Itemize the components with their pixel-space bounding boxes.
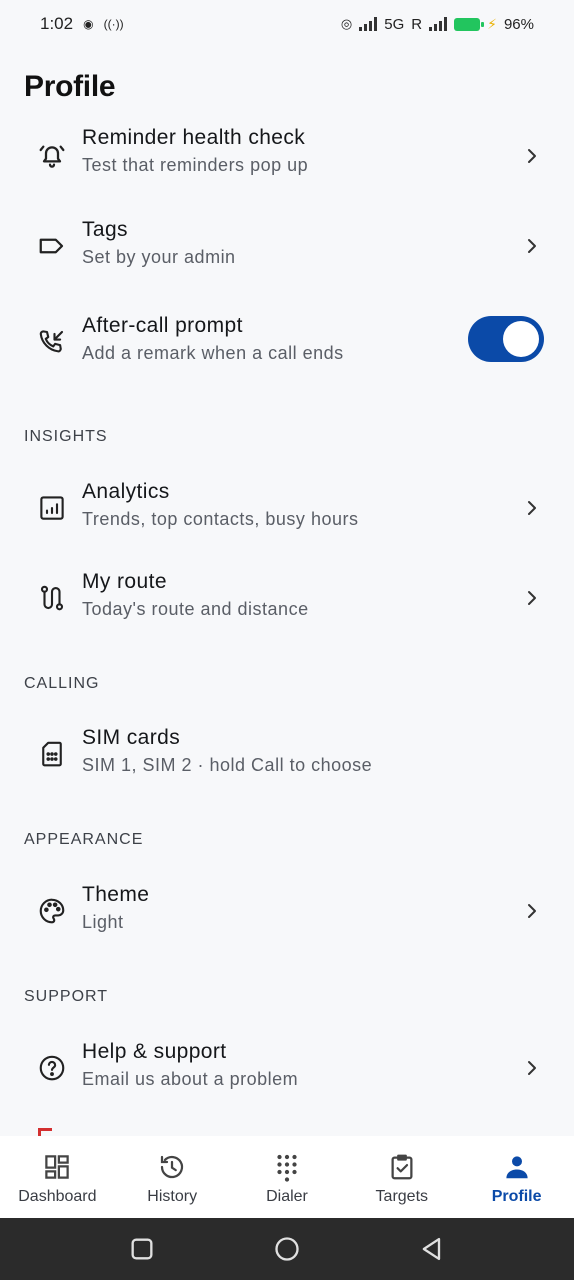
row-subtitle: Light bbox=[82, 912, 124, 932]
sim-card-icon bbox=[34, 736, 70, 772]
palette-icon bbox=[34, 893, 70, 929]
system-nav-bar bbox=[0, 1218, 574, 1280]
dashboard-icon bbox=[45, 1155, 70, 1179]
status-time: 1:02 bbox=[40, 14, 74, 33]
wifi-calling-icon: ◎ bbox=[340, 16, 353, 31]
alarm-bell-icon bbox=[34, 138, 70, 174]
back-icon[interactable] bbox=[418, 1235, 446, 1263]
help-support-row[interactable]: Help & support Email us about a problem bbox=[0, 1032, 574, 1104]
section-appearance: APPEARANCE bbox=[24, 831, 144, 848]
recents-icon[interactable] bbox=[128, 1235, 156, 1263]
my-route-row[interactable]: My route Today's route and distance bbox=[0, 562, 574, 634]
nav-targets[interactable]: Targets bbox=[344, 1136, 459, 1218]
chevron-right-icon bbox=[528, 904, 536, 918]
hotspot-icon: ((·)) bbox=[103, 17, 124, 31]
sim-cards-row[interactable]: SIM cards SIM 1, SIM 2 · hold Call to ch… bbox=[0, 718, 574, 790]
toggle-knob bbox=[503, 321, 539, 357]
after-call-toggle[interactable] bbox=[468, 316, 544, 362]
row-title: Reminder health check bbox=[82, 126, 306, 149]
row-subtitle: Add a remark when a call ends bbox=[82, 343, 344, 363]
history-icon bbox=[161, 1155, 184, 1179]
row-title: My route bbox=[82, 570, 167, 593]
nav-label: Dialer bbox=[266, 1188, 308, 1205]
row-subtitle: SIM 1, SIM 2 · hold Call to choose bbox=[82, 755, 373, 775]
nav-profile[interactable]: Profile bbox=[459, 1136, 574, 1218]
home-icon[interactable] bbox=[273, 1235, 301, 1263]
nav-label: Dashboard bbox=[18, 1188, 97, 1205]
row-subtitle: Today's route and distance bbox=[82, 599, 309, 619]
network-type: 5G bbox=[384, 15, 405, 33]
charging-icon: ⚡ bbox=[487, 15, 497, 32]
analytics-row[interactable]: Analytics Trends, top contacts, busy hou… bbox=[0, 472, 574, 544]
row-subtitle: Test that reminders pop up bbox=[82, 155, 309, 175]
section-insights: INSIGHTS bbox=[24, 428, 108, 445]
section-calling: CALLING bbox=[24, 675, 100, 692]
bottom-nav: Dashboard History Dialer Targets Profile bbox=[0, 1136, 574, 1218]
row-title: After-call prompt bbox=[82, 314, 243, 337]
nav-label: Targets bbox=[375, 1188, 429, 1205]
chevron-right-icon bbox=[528, 501, 536, 515]
nav-history[interactable]: History bbox=[115, 1136, 230, 1218]
row-title: SIM cards bbox=[82, 726, 181, 749]
clipboard-check-icon bbox=[391, 1154, 413, 1180]
tags-row[interactable]: Tags Set by your admin bbox=[0, 210, 574, 282]
person-icon bbox=[505, 1156, 528, 1179]
chevron-right-icon bbox=[528, 591, 536, 605]
after-call-prompt-row[interactable]: After-call prompt Add a remark when a ca… bbox=[0, 306, 574, 378]
phone-incoming-icon bbox=[34, 324, 70, 360]
tag-icon bbox=[34, 228, 70, 264]
row-subtitle: Email us about a problem bbox=[82, 1069, 299, 1089]
signal-2-icon bbox=[429, 17, 448, 31]
roaming-indicator: R bbox=[411, 15, 423, 33]
row-title: Analytics bbox=[82, 480, 170, 503]
analytics-chart-icon bbox=[34, 490, 70, 526]
status-bar: 1:02 ◉ ((·)) ◎ 5G R ⚡ 96% bbox=[0, 0, 574, 48]
battery-percent: 96% bbox=[503, 15, 534, 33]
row-title: Tags bbox=[82, 218, 128, 241]
page-title: Profile bbox=[24, 70, 116, 103]
chevron-right-icon bbox=[528, 149, 536, 163]
chevron-right-icon bbox=[528, 239, 536, 253]
chevron-right-icon bbox=[528, 1061, 536, 1075]
nav-dialer[interactable]: Dialer bbox=[230, 1136, 345, 1218]
row-subtitle: Trends, top contacts, busy hours bbox=[82, 509, 359, 529]
reminder-health-check-row[interactable]: Reminder health check Test that reminder… bbox=[0, 120, 574, 192]
nav-dashboard[interactable]: Dashboard bbox=[0, 1136, 115, 1218]
nav-label: Profile bbox=[491, 1188, 542, 1205]
sign-out-icon bbox=[38, 1128, 52, 1136]
section-support: SUPPORT bbox=[24, 988, 109, 1005]
help-circle-icon bbox=[34, 1050, 70, 1086]
location-icon: ◉ bbox=[83, 17, 94, 31]
row-title: Theme bbox=[82, 883, 150, 906]
battery-icon bbox=[454, 17, 485, 31]
signal-icon bbox=[359, 17, 378, 31]
theme-row[interactable]: Theme Light bbox=[0, 875, 574, 947]
row-title: Help & support bbox=[82, 1040, 227, 1063]
row-subtitle: Set by your admin bbox=[82, 247, 236, 267]
nav-label: History bbox=[147, 1188, 198, 1205]
route-icon bbox=[34, 580, 70, 616]
dialpad-icon bbox=[277, 1154, 297, 1182]
